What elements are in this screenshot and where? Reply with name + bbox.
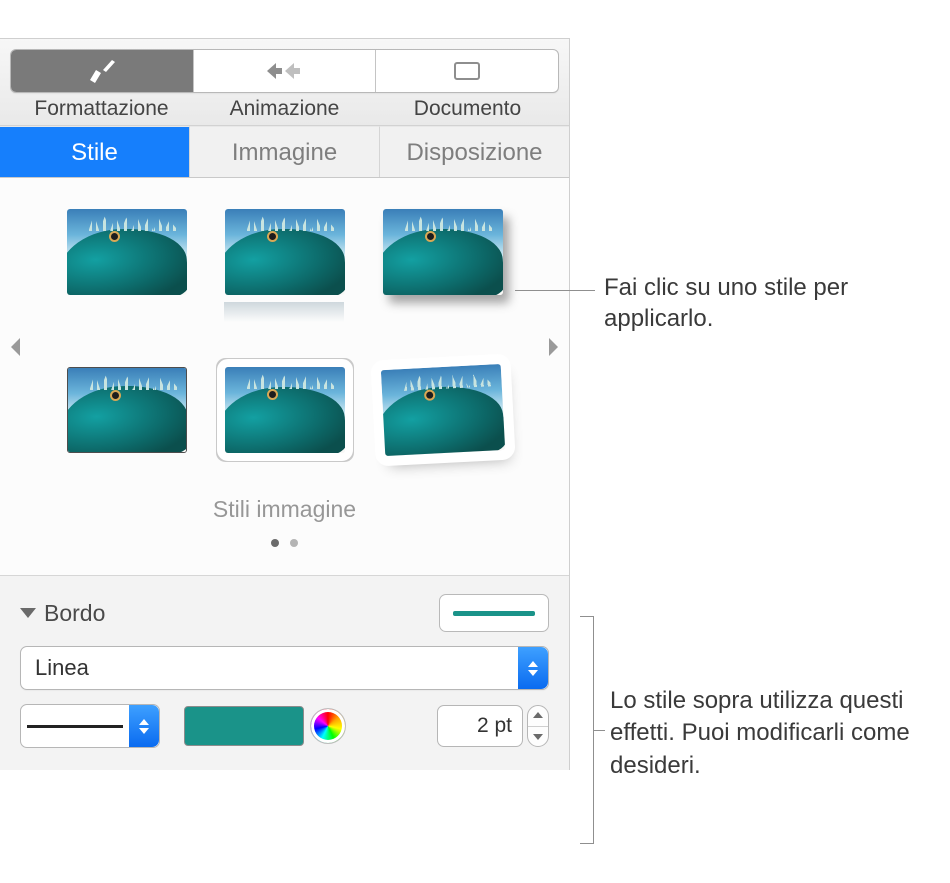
inspector-panel: Formattazione Animazione Documento Stile… bbox=[0, 38, 570, 770]
border-title-label: Bordo bbox=[44, 600, 105, 627]
border-header[interactable]: Bordo bbox=[20, 600, 105, 627]
animation-icon bbox=[194, 50, 376, 92]
pager-dots bbox=[18, 531, 551, 553]
top-segmented-toolbar: Formattazione Animazione Documento bbox=[0, 39, 569, 126]
border-color-well[interactable] bbox=[184, 706, 304, 746]
chevron-right-icon bbox=[547, 336, 561, 358]
pager-dot-1[interactable] bbox=[271, 539, 279, 547]
format-tabs: Stile Immagine Disposizione bbox=[0, 126, 569, 178]
style-thumb-shadow[interactable] bbox=[378, 202, 508, 302]
callout-text-top: Fai clic su uno stile per applicarlo. bbox=[604, 272, 934, 334]
segment-animation-label: Animazione bbox=[193, 97, 376, 121]
border-type-popup[interactable]: Linea bbox=[20, 646, 549, 690]
popup-stepper-icon bbox=[518, 647, 548, 689]
styles-next-button[interactable] bbox=[545, 333, 563, 361]
border-width-field[interactable]: 2 pt bbox=[437, 705, 523, 747]
border-section: Bordo Linea bbox=[0, 576, 569, 770]
brush-icon bbox=[11, 50, 193, 92]
style-thumb-reflection[interactable] bbox=[220, 202, 350, 302]
tab-style[interactable]: Stile bbox=[0, 126, 190, 177]
border-type-value: Linea bbox=[21, 655, 518, 681]
segmented-control bbox=[10, 49, 559, 93]
callout-bracket bbox=[580, 616, 594, 844]
style-thumb-polaroid[interactable] bbox=[375, 357, 510, 464]
style-thumbnails-grid bbox=[18, 202, 551, 480]
popup-stepper-icon bbox=[129, 705, 159, 747]
styles-prev-button[interactable] bbox=[6, 333, 24, 361]
segment-document-label: Documento bbox=[376, 97, 559, 121]
callout-text-bottom: Lo stile sopra utilizza questi effetti. … bbox=[610, 685, 945, 782]
chevron-left-icon bbox=[8, 336, 22, 358]
disclosure-triangle-icon bbox=[20, 608, 36, 618]
segmented-labels: Formattazione Animazione Documento bbox=[10, 97, 559, 121]
border-width-stepper[interactable] bbox=[527, 705, 549, 747]
pager-dot-2[interactable] bbox=[290, 539, 298, 547]
style-thumb-frame[interactable] bbox=[220, 360, 350, 460]
callout-line-top bbox=[515, 290, 595, 291]
segment-animation[interactable] bbox=[194, 50, 377, 92]
style-thumb-plain[interactable] bbox=[62, 202, 192, 302]
segment-format[interactable] bbox=[11, 50, 194, 92]
color-picker-button[interactable] bbox=[310, 708, 346, 744]
segment-format-label: Formattazione bbox=[10, 97, 193, 121]
document-icon bbox=[376, 50, 558, 92]
line-style-popup[interactable] bbox=[20, 704, 160, 748]
image-styles-area: Stili immagine bbox=[0, 178, 569, 576]
tab-image[interactable]: Immagine bbox=[190, 126, 380, 177]
border-preview-line bbox=[453, 611, 535, 616]
style-thumb-border[interactable] bbox=[62, 360, 192, 460]
border-width-value: 2 pt bbox=[477, 714, 512, 738]
styles-caption: Stili immagine bbox=[18, 496, 551, 523]
segment-document[interactable] bbox=[376, 50, 558, 92]
line-style-preview bbox=[21, 725, 129, 728]
tab-layout[interactable]: Disposizione bbox=[380, 126, 569, 177]
stepper-down[interactable] bbox=[528, 727, 548, 747]
stepper-up[interactable] bbox=[528, 706, 548, 727]
border-style-preview-button[interactable] bbox=[439, 594, 549, 632]
